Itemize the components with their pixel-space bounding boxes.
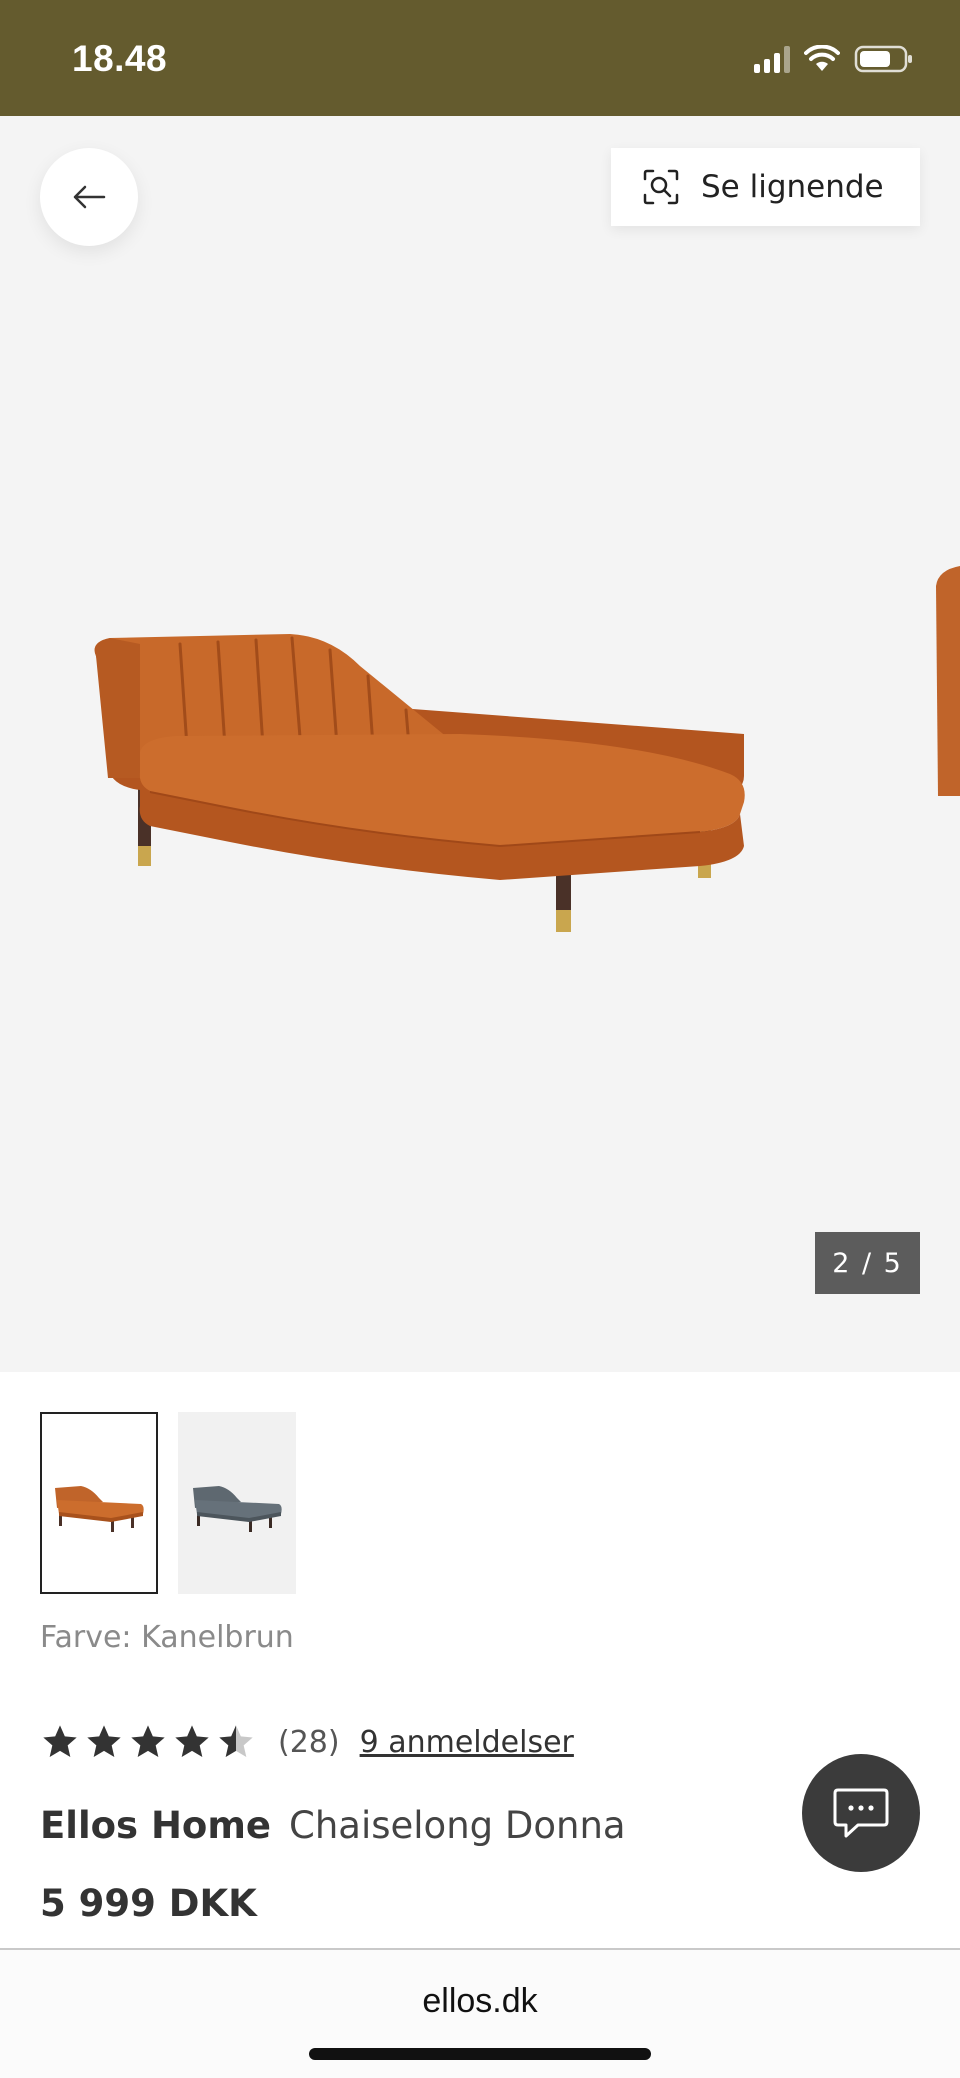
star-icon [43,1725,77,1757]
product-price: 5 999 DKK [40,1882,257,1925]
status-icons [754,44,914,74]
product-image[interactable] [80,516,760,1076]
product-gallery[interactable]: Se lignende 2 / 5 [0,116,960,1372]
status-bar: 18.48 [0,0,960,116]
image-counter: 2 / 5 [815,1232,920,1294]
arrow-left-icon [73,185,106,209]
rating-row: (28) 9 anmeldelser [40,1722,574,1762]
rating-count: (28) [278,1724,340,1760]
thumbnail-kanelbrun[interactable] [40,1412,158,1594]
wifi-icon [804,45,840,71]
reviews-link[interactable]: 9 anmeldelser [360,1725,574,1760]
half-star-icon [219,1725,253,1757]
url-text[interactable]: ellos.dk [0,1982,960,2021]
brand-name[interactable]: Ellos Home [40,1804,271,1847]
browser-address-bar[interactable]: ellos.dk [0,1948,960,2078]
chat-button[interactable] [802,1754,920,1872]
battery-icon [854,45,912,73]
color-thumbnails [40,1412,296,1594]
see-similar-label: Se lignende [701,169,884,205]
rating-stars [40,1722,256,1762]
chat-bubble-icon [833,1788,889,1838]
thumbnail-sofa-image [193,1486,282,1532]
signal-icon [754,45,790,73]
star-icon [131,1725,165,1757]
next-image-peek [936,566,960,796]
home-indicator[interactable] [309,2048,651,2060]
star-icon [87,1725,121,1757]
product-title: Ellos Home Chaiselong Donna [40,1804,626,1847]
back-button[interactable] [40,148,138,246]
product-name: Chaiselong Donna [289,1804,626,1847]
star-icon [175,1725,209,1757]
see-similar-button[interactable]: Se lignende [611,148,920,226]
thumbnail-graa[interactable] [178,1412,296,1594]
color-label: Farve: Kanelbrun [40,1620,294,1655]
status-time: 18.48 [72,38,168,79]
thumbnail-sofa-image [55,1486,144,1532]
visual-search-icon [643,169,679,205]
